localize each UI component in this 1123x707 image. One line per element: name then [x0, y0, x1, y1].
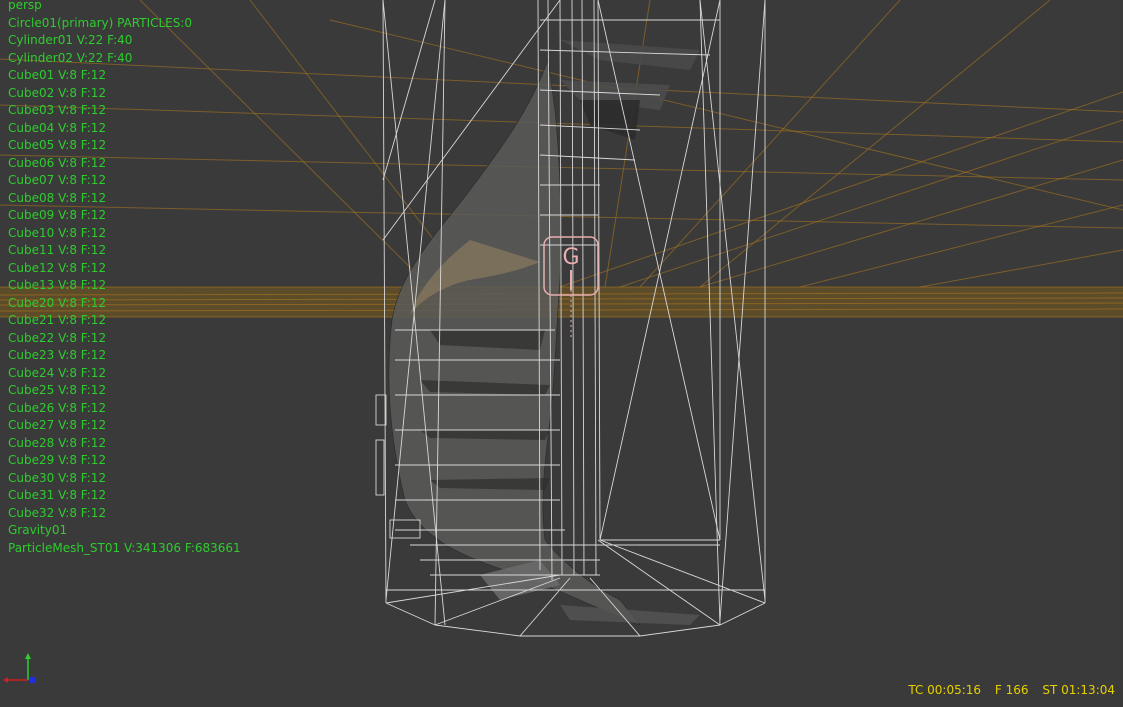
- object-list-item: Cube31 V:8 F:12: [8, 488, 107, 502]
- object-list-item: Cube24 V:8 F:12: [8, 365, 107, 380]
- status-bar: TC 00:05:16 F 166 ST 01:13:04: [898, 683, 1115, 697]
- object-list-item: Cube30 V:8 F:12: [8, 470, 107, 485]
- object-list-item: Cube27 V:8 F:12: [8, 418, 107, 432]
- particle-mesh: [388, 40, 700, 626]
- object-list-item: Cylinder02 V:22 F:40: [8, 50, 133, 65]
- object-list-item: Cube29 V:8 F:12: [8, 453, 107, 467]
- object-list-item: Cube26 V:8 F:12: [8, 400, 107, 415]
- object-list-item: Gravity01: [8, 523, 68, 537]
- 3d-viewport[interactable]: G persp Circle01(primary) PARTICLES:0 Cy…: [0, 0, 1123, 707]
- object-list-item: Cube25 V:8 F:12: [8, 383, 107, 397]
- object-list-item: Cube04 V:8 F:12: [8, 120, 107, 135]
- frame-readout: F 166: [994, 683, 1029, 697]
- object-list-item: Cube06 V:8 F:12: [8, 155, 107, 170]
- camera-label: persp: [8, 0, 42, 12]
- object-list-item: Cube07 V:8 F:12: [8, 173, 107, 187]
- object-list-item: Cube22 V:8 F:12: [8, 330, 107, 345]
- object-list-item: Cube20 V:8 F:12: [8, 295, 107, 310]
- object-list-item: Cube13 V:8 F:12: [8, 278, 107, 292]
- sim-time-readout: ST 01:13:04: [1042, 683, 1115, 697]
- object-list-item: Cube28 V:8 F:12: [8, 435, 107, 450]
- object-list-item: Cube02 V:8 F:12: [8, 85, 107, 100]
- object-list-item: Cube01 V:8 F:12: [8, 68, 107, 82]
- object-list-item: Cube32 V:8 F:12: [8, 505, 107, 520]
- object-list-item: Cube21 V:8 F:12: [8, 313, 107, 327]
- object-list-item: ParticleMesh_ST01 V:341306 F:683661: [8, 540, 241, 555]
- timecode-readout: TC 00:05:16: [908, 683, 982, 697]
- object-list-item: Cube05 V:8 F:12: [8, 138, 107, 152]
- object-list-item: Cube08 V:8 F:12: [8, 190, 107, 205]
- object-list-item: Cube23 V:8 F:12: [8, 348, 107, 362]
- axis-gizmo-icon: [3, 653, 36, 683]
- object-list-item: Cube03 V:8 F:12: [8, 103, 107, 117]
- object-list-item: Cube11 V:8 F:12: [8, 243, 107, 257]
- object-list-item: Cube09 V:8 F:12: [8, 208, 107, 222]
- object-list-item: Cube10 V:8 F:12: [8, 225, 107, 240]
- object-list-item: Cylinder01 V:22 F:40: [8, 33, 133, 47]
- object-list-item: Circle01(primary) PARTICLES:0: [8, 15, 193, 30]
- gravity-gizmo-label: G: [562, 245, 579, 270]
- object-list-item: Cube12 V:8 F:12: [8, 260, 107, 275]
- scene-object-list: persp Circle01(primary) PARTICLES:0 Cyli…: [8, 0, 241, 557]
